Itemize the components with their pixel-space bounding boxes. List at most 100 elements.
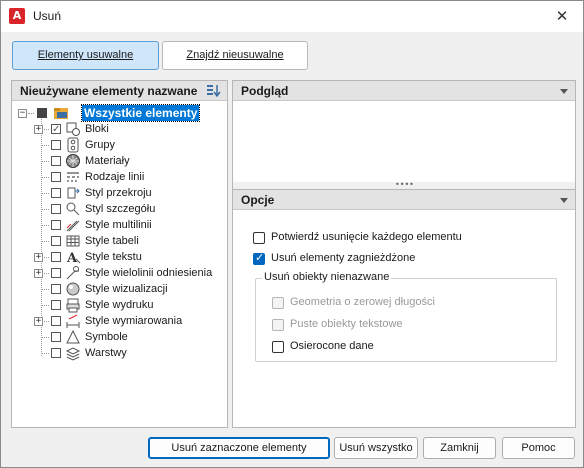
dimension-style-icon xyxy=(66,314,80,328)
preview-panel-title: Podgląd xyxy=(241,84,289,98)
tree-item-checkbox[interactable] xyxy=(51,188,61,198)
tree-connector xyxy=(42,177,49,178)
zero-length-checkbox[interactable] xyxy=(272,297,284,309)
tree-item-row[interactable]: Style multilinii xyxy=(34,217,219,233)
multiline-style-icon xyxy=(66,220,80,232)
tree-connector xyxy=(42,289,49,290)
tree-item-row[interactable]: Materiały xyxy=(34,153,219,169)
tree-connector xyxy=(42,353,49,354)
tree-connector xyxy=(42,337,49,338)
plot-style-icon xyxy=(66,298,80,313)
tree-item-row[interactable]: Style tabeli xyxy=(34,233,219,249)
items-tree: − Wszystkie elementy +BlokiGrupy Materiał… xyxy=(12,102,227,427)
tree-item-label: Style wielolinii odniesienia xyxy=(85,267,213,279)
options-panel: Opcje Potwierdź usunięcie każdego elemen… xyxy=(232,189,576,428)
visual-style-icon xyxy=(66,282,80,296)
tree-connector xyxy=(42,257,49,258)
tree-root-label: Wszystkie elementy xyxy=(80,104,201,122)
tree-item-checkbox[interactable] xyxy=(51,300,61,310)
tree-connector xyxy=(42,273,49,274)
tree-item-checkbox[interactable] xyxy=(51,332,61,342)
confirm-each-label: Potwierdź usunięcie każdego elementu xyxy=(271,231,462,243)
tree-item-checkbox[interactable] xyxy=(51,220,61,230)
tree-item-label: Symbole xyxy=(85,331,128,343)
tree-item-checkbox[interactable] xyxy=(51,156,61,166)
material-icon xyxy=(66,154,80,168)
tree-panel-header: Nieużywane elementy nazwane xyxy=(12,81,227,101)
tree-item-row[interactable]: Styl przekroju xyxy=(34,185,219,201)
tree-root-row[interactable]: − Wszystkie elementy xyxy=(18,104,218,122)
tree-item-checkbox[interactable] xyxy=(51,284,61,294)
tree-connector xyxy=(28,113,34,114)
tree-item-label: Style tabeli xyxy=(85,235,139,247)
named-items-tree-panel: Nieużywane elementy nazwane − Wszystkie … xyxy=(11,80,228,428)
unnamed-objects-group-title: Usuń obiekty nienazwane xyxy=(262,271,392,283)
panel-splitter[interactable]: •••• xyxy=(232,180,576,189)
tree-connector xyxy=(42,193,49,194)
tree-item-label: Rodzaje linii xyxy=(85,171,145,183)
tree-item-row[interactable]: Grupy xyxy=(34,137,219,153)
tab-find-non-purgeable[interactable]: Znajdź nieusuwalne xyxy=(162,41,308,70)
tree-panel-title: Nieużywane elementy nazwane xyxy=(20,84,198,98)
collapse-icon[interactable]: − xyxy=(18,109,27,118)
tree-item-label: Style multilinii xyxy=(85,219,152,231)
tree-item-checkbox[interactable] xyxy=(51,348,61,358)
preview-panel: Podgląd xyxy=(232,80,576,182)
tree-item-label: Materiały xyxy=(85,155,130,167)
tree-item-row[interactable]: Warstwy xyxy=(34,345,219,361)
tree-item-checkbox[interactable] xyxy=(51,140,61,150)
tree-item-row[interactable]: Styl szczegółu xyxy=(34,201,219,217)
sort-icon[interactable] xyxy=(206,83,222,99)
tree-item-row[interactable]: + Style wielolinii odniesienia xyxy=(34,265,219,281)
tree-connector xyxy=(42,305,49,306)
linetype-icon xyxy=(67,172,79,182)
tree-item-checkbox[interactable] xyxy=(51,268,61,278)
detail-style-icon xyxy=(66,202,80,216)
autocad-app-icon: A xyxy=(9,8,25,24)
tree-item-checkbox[interactable] xyxy=(51,172,61,182)
tree-item-row[interactable]: Symbole xyxy=(34,329,219,345)
preview-panel-header[interactable]: Podgląd xyxy=(233,81,575,101)
symbol-icon xyxy=(66,329,80,344)
chevron-down-icon[interactable] xyxy=(560,198,568,203)
layer-icon xyxy=(65,347,81,361)
purge-nested-checkbox[interactable] xyxy=(253,251,265,265)
empty-text-label: Puste obiekty tekstowe xyxy=(290,318,403,330)
confirm-each-checkbox[interactable] xyxy=(253,232,265,244)
tree-connector xyxy=(42,225,49,226)
close-window-button[interactable]: ✕ xyxy=(549,5,575,27)
tree-connector xyxy=(42,209,49,210)
tree-item-checkbox[interactable] xyxy=(51,204,61,214)
tree-item-row[interactable]: +Bloki xyxy=(34,121,219,138)
group-icon xyxy=(67,137,79,153)
splitter-grip-icon: •••• xyxy=(395,180,414,189)
block-icon xyxy=(66,122,80,136)
tab-purgeable-items[interactable]: Elementy usuwalne xyxy=(12,41,159,70)
tab-non-purgeable-label: Znajdź nieusuwalne xyxy=(186,49,284,61)
orphaned-data-checkbox[interactable] xyxy=(272,341,284,353)
tree-item-row[interactable]: + A Style tekstu xyxy=(34,249,219,265)
zero-length-label: Geometria o zerowej długości xyxy=(290,296,435,308)
mleader-style-icon xyxy=(66,266,79,280)
tree-item-row[interactable]: Rodzaje linii xyxy=(34,169,219,185)
purge-checked-button[interactable]: Usuń zaznaczone elementy xyxy=(148,437,330,459)
tree-item-checkbox[interactable] xyxy=(51,316,61,326)
options-panel-header[interactable]: Opcje xyxy=(233,190,575,210)
chevron-down-icon[interactable] xyxy=(560,89,568,94)
tree-item-label: Style tekstu xyxy=(85,251,142,263)
root-checkbox[interactable] xyxy=(37,108,47,118)
purge-all-button[interactable]: Usuń wszystko xyxy=(334,437,418,459)
tree-item-checkbox[interactable] xyxy=(51,236,61,246)
tree-item-row[interactable]: Style wydruku xyxy=(34,297,219,313)
close-button[interactable]: Zamknij xyxy=(423,437,496,459)
tab-purgeable-label: Elementy usuwalne xyxy=(37,49,134,61)
tree-item-label: Style wymiarowania xyxy=(85,315,183,327)
help-button[interactable]: Pomoc xyxy=(502,437,575,459)
tree-item-checkbox[interactable] xyxy=(51,252,61,262)
tree-item-label: Styl szczegółu xyxy=(85,203,156,215)
empty-text-checkbox[interactable] xyxy=(272,319,284,331)
tree-item-checkbox[interactable] xyxy=(51,122,61,138)
orphaned-data-label: Osierocone dane xyxy=(290,340,374,352)
tree-item-row[interactable]: + Style wymiarowania xyxy=(34,313,219,329)
tree-item-row[interactable]: Style wizualizacji xyxy=(34,281,219,297)
